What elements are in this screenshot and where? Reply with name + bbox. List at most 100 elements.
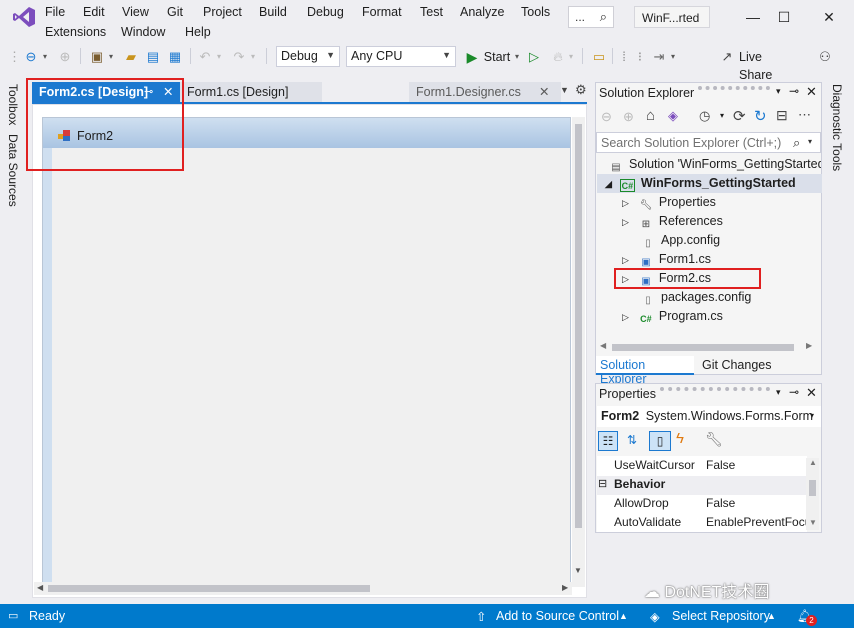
more-icon[interactable]: ⋯ <box>798 107 811 123</box>
undo-dropdown-icon[interactable]: ▾ <box>214 48 224 66</box>
forward-icon[interactable]: ⊕ <box>56 48 74 66</box>
panel-dropdown-icon[interactable]: ▾ <box>776 86 781 97</box>
menu-git[interactable]: Git <box>167 5 183 19</box>
property-value[interactable]: False <box>706 458 735 472</box>
feedback-icon[interactable]: ⚇ <box>816 48 834 66</box>
new-dropdown-icon[interactable]: ▾ <box>106 48 116 66</box>
undo-icon[interactable]: ↶ <box>196 48 214 66</box>
property-value[interactable]: False <box>706 496 735 510</box>
scroll-down-icon[interactable]: ▼ <box>574 566 582 575</box>
properties-object-select[interactable]: Form2 System.Windows.Forms.Form ▾ <box>597 406 821 427</box>
filter-dropdown-icon[interactable]: ▾ <box>720 111 724 120</box>
menu-test[interactable]: Test <box>420 5 443 19</box>
search-input[interactable]: ... ⌕ <box>568 6 614 28</box>
comment-icon[interactable]: ⁞ <box>618 48 630 66</box>
back-dropdown-icon[interactable]: ▾ <box>40 48 50 66</box>
scroll-up-icon[interactable]: ▲ <box>809 458 817 467</box>
switch-views-icon[interactable]: ◈ <box>668 108 678 124</box>
start-dropdown-icon[interactable]: ▾ <box>512 48 522 66</box>
scroll-thumb[interactable] <box>809 480 816 496</box>
panel-dropdown-icon[interactable]: ▾ <box>776 387 781 398</box>
home-icon[interactable]: ⌂ <box>646 107 655 124</box>
tree-item[interactable]: ▷ ⊞ References <box>622 212 723 231</box>
close-icon[interactable]: ✕ <box>806 385 817 401</box>
menu-debug[interactable]: Debug <box>307 5 344 19</box>
tree-item[interactable]: ▷ ▣ Form1.cs <box>622 250 711 269</box>
menu-help[interactable]: Help <box>185 25 211 39</box>
platform-select[interactable]: Any CPU ▼ <box>346 46 456 67</box>
menu-format[interactable]: Format <box>362 5 402 19</box>
expanded-triangle-icon[interactable]: ◢ <box>605 179 612 189</box>
expand-triangle-icon[interactable]: ▷ <box>622 312 629 322</box>
events-icon[interactable]: ϟ <box>676 430 684 447</box>
step-icon[interactable]: ⇥ <box>652 48 666 66</box>
menu-view[interactable]: View <box>122 5 149 19</box>
pin-icon[interactable]: ⊸ <box>789 385 799 399</box>
categorized-icon[interactable]: ☷ <box>598 431 618 451</box>
data-sources-tab[interactable]: Data Sources <box>6 134 20 207</box>
live-share-icon[interactable]: ↗ <box>718 48 736 66</box>
close-icon[interactable]: ✕ <box>539 84 549 99</box>
horizontal-scroll-thumb[interactable] <box>48 585 370 592</box>
collapse-all-icon[interactable]: ⊟ <box>776 107 788 124</box>
settings-gear-icon[interactable]: ⚙ <box>575 82 587 98</box>
new-project-icon[interactable]: ▣ <box>88 48 106 66</box>
scroll-left-icon[interactable]: ◀ <box>37 583 43 592</box>
toolbox-tab[interactable]: Toolbox <box>6 84 20 125</box>
start-without-debugging-icon[interactable]: ▷ <box>526 48 542 66</box>
menu-build[interactable]: Build <box>259 5 287 19</box>
expand-triangle-icon[interactable]: ▷ <box>622 198 629 208</box>
alphabetical-icon[interactable]: ⇅ <box>622 431 642 451</box>
more-dropdown-icon[interactable]: ▾ <box>668 48 678 66</box>
browse-folder-icon[interactable]: ▭ <box>590 48 608 66</box>
tree-item[interactable]: ▷ C# Program.cs <box>622 307 723 326</box>
save-icon[interactable]: ▤ <box>144 48 162 66</box>
scroll-right-icon[interactable]: ▶ <box>806 341 812 350</box>
expand-triangle-icon[interactable]: ▷ <box>622 217 629 227</box>
collapse-icon[interactable]: ⊟ <box>598 477 607 490</box>
close-icon[interactable]: ✕ <box>806 84 817 100</box>
pending-changes-icon[interactable]: ◷ <box>699 108 710 124</box>
forward-icon[interactable]: ⊕ <box>623 109 634 125</box>
menu-file[interactable]: File <box>45 5 65 19</box>
vertical-scroll-thumb[interactable] <box>575 124 582 528</box>
menu-edit[interactable]: Edit <box>83 5 105 19</box>
project-node[interactable]: ◢ C# WinForms_GettingStarted <box>597 174 822 193</box>
property-value[interactable]: EnablePreventFocu <box>706 515 806 529</box>
form-body[interactable] <box>43 148 570 586</box>
live-share-button[interactable]: Live Share <box>739 48 797 82</box>
add-to-source-control-button[interactable]: Add to Source Control <box>496 609 619 623</box>
select-repository-button[interactable]: Select Repository <box>672 609 770 623</box>
tab-list-dropdown-icon[interactable]: ▼ <box>560 85 569 95</box>
properties-vscrollbar[interactable]: ▲ ▼ <box>806 458 819 530</box>
tree-item[interactable]: ▯ App.config <box>622 231 720 250</box>
menu-project[interactable]: Project <box>203 5 242 19</box>
tree-item[interactable]: ▯ packages.config <box>622 288 751 307</box>
open-folder-icon[interactable]: ▰ <box>122 48 140 66</box>
solution-hscrollbar[interactable]: ◀ ▶ <box>598 341 820 353</box>
save-all-icon[interactable]: ▦ <box>166 48 184 66</box>
pin-icon[interactable]: ⊸ <box>789 84 799 98</box>
properties-view-icon[interactable]: ▯ <box>649 431 671 451</box>
tab-solution-explorer[interactable]: Solution Explorer <box>596 356 694 386</box>
refresh-icon[interactable]: ↻ <box>754 107 767 125</box>
start-icon[interactable]: ▶ <box>464 48 480 66</box>
tab-form1-designer[interactable]: Form1.Designer.cs ✕ <box>409 82 561 102</box>
maximize-button[interactable]: ☐ <box>769 6 799 28</box>
sync-icon[interactable]: ⟳ <box>733 107 746 125</box>
scroll-right-icon[interactable]: ▶ <box>562 583 568 592</box>
back-icon[interactable]: ⊖ <box>601 109 612 125</box>
expand-triangle-icon[interactable]: ▷ <box>622 255 629 265</box>
hot-reload-dropdown-icon[interactable]: ▾ <box>566 48 576 66</box>
close-button[interactable]: ✕ <box>814 6 844 28</box>
hot-reload-icon[interactable]: 🔥︎ <box>550 48 566 66</box>
tab-git-changes[interactable]: Git Changes <box>702 358 771 372</box>
tab-form1-design[interactable]: Form1.cs [Design] <box>180 82 322 102</box>
diagnostic-tools-tab[interactable]: Diagnostic Tools <box>830 84 844 171</box>
solution-node[interactable]: ▤ Solution 'WinForms_GettingStarted' <box>609 155 821 174</box>
scroll-left-icon[interactable]: ◀ <box>600 341 606 350</box>
uncomment-icon[interactable]: ⁝ <box>634 48 646 66</box>
search-options-icon[interactable]: ▾ <box>808 137 812 146</box>
menu-analyze[interactable]: Analyze <box>460 5 504 19</box>
scroll-down-icon[interactable]: ▼ <box>809 518 817 527</box>
